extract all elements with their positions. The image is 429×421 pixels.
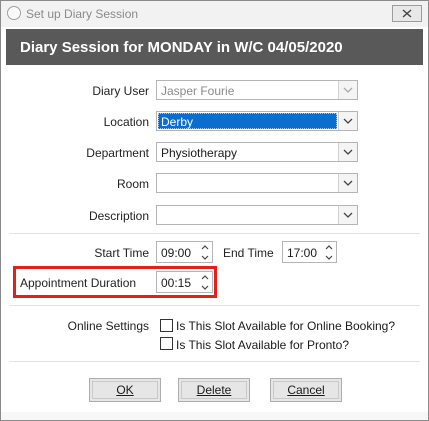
start-time-spinner[interactable]: 09:00 bbox=[156, 241, 213, 263]
increment-icon[interactable] bbox=[199, 243, 211, 252]
appointment-duration-label: Appointment Duration bbox=[20, 276, 137, 290]
end-time-value: 17:00 bbox=[287, 246, 318, 260]
decrement-icon[interactable] bbox=[199, 253, 211, 262]
online-booking-label[interactable]: Is This Slot Available for Online Bookin… bbox=[176, 319, 395, 333]
online-booking-checkbox[interactable] bbox=[160, 319, 173, 332]
decrement-icon[interactable] bbox=[323, 253, 335, 262]
increment-icon[interactable] bbox=[199, 273, 211, 282]
session-header: Diary Session for MONDAY in W/C 04/05/20… bbox=[6, 29, 423, 65]
room-select[interactable] bbox=[156, 173, 358, 193]
description-label: Description bbox=[88, 209, 149, 223]
location-value: Derby bbox=[161, 115, 194, 129]
start-time-label: Start Time bbox=[94, 246, 149, 260]
close-icon bbox=[402, 9, 412, 18]
delete-button[interactable]: Delete bbox=[178, 378, 250, 402]
appointment-duration-value: 00:15 bbox=[161, 276, 192, 290]
chevron-down-icon bbox=[343, 87, 353, 93]
diary-user-value: Jasper Fourie bbox=[161, 84, 235, 98]
diary-user-label: Diary User bbox=[92, 84, 149, 98]
cancel-button[interactable]: Cancel bbox=[270, 378, 342, 402]
end-time-spinner[interactable]: 17:00 bbox=[282, 241, 337, 263]
chevron-down-icon bbox=[343, 118, 353, 124]
dialog-footer bbox=[1, 412, 428, 420]
chevron-down-icon bbox=[343, 212, 353, 218]
separator bbox=[9, 361, 420, 362]
room-dropdown[interactable] bbox=[338, 174, 357, 192]
diary-user-select: Jasper Fourie bbox=[156, 80, 358, 100]
department-select[interactable]: Physiotherapy bbox=[156, 142, 358, 162]
app-icon bbox=[7, 6, 21, 20]
location-dropdown[interactable] bbox=[338, 112, 357, 130]
diary-user-dropdown bbox=[338, 81, 357, 99]
increment-icon[interactable] bbox=[323, 243, 335, 252]
pronto-label[interactable]: Is This Slot Available for Pronto? bbox=[176, 338, 349, 352]
ok-button-label: OK bbox=[116, 383, 134, 397]
separator bbox=[9, 305, 420, 306]
description-select[interactable] bbox=[156, 205, 358, 225]
end-time-label: End Time bbox=[223, 246, 274, 260]
department-dropdown[interactable] bbox=[338, 143, 357, 161]
title-bar: Set up Diary Session bbox=[1, 1, 428, 27]
online-settings-label: Online Settings bbox=[67, 319, 149, 333]
ok-button[interactable]: OK bbox=[89, 378, 161, 402]
room-label: Room bbox=[116, 177, 149, 191]
chevron-down-icon bbox=[343, 180, 353, 186]
pronto-checkbox[interactable] bbox=[160, 337, 173, 350]
description-dropdown[interactable] bbox=[338, 206, 357, 224]
dialog-window: Set up Diary Session Diary Session for M… bbox=[0, 0, 429, 421]
start-time-value: 09:00 bbox=[161, 246, 192, 260]
separator bbox=[9, 233, 420, 234]
header-title: Diary Session for MONDAY in W/C 04/05/20… bbox=[20, 39, 343, 56]
location-label: Location bbox=[103, 115, 149, 129]
appointment-duration-spinner[interactable]: 00:15 bbox=[156, 271, 213, 293]
chevron-down-icon bbox=[343, 149, 353, 155]
cancel-button-label: Cancel bbox=[287, 383, 325, 397]
close-button[interactable] bbox=[392, 5, 422, 22]
decrement-icon[interactable] bbox=[199, 283, 211, 292]
department-value: Physiotherapy bbox=[161, 146, 238, 160]
window-title: Set up Diary Session bbox=[26, 7, 139, 21]
delete-button-label: Delete bbox=[196, 383, 232, 397]
location-select[interactable]: Derby bbox=[156, 111, 358, 131]
department-label: Department bbox=[86, 146, 149, 160]
